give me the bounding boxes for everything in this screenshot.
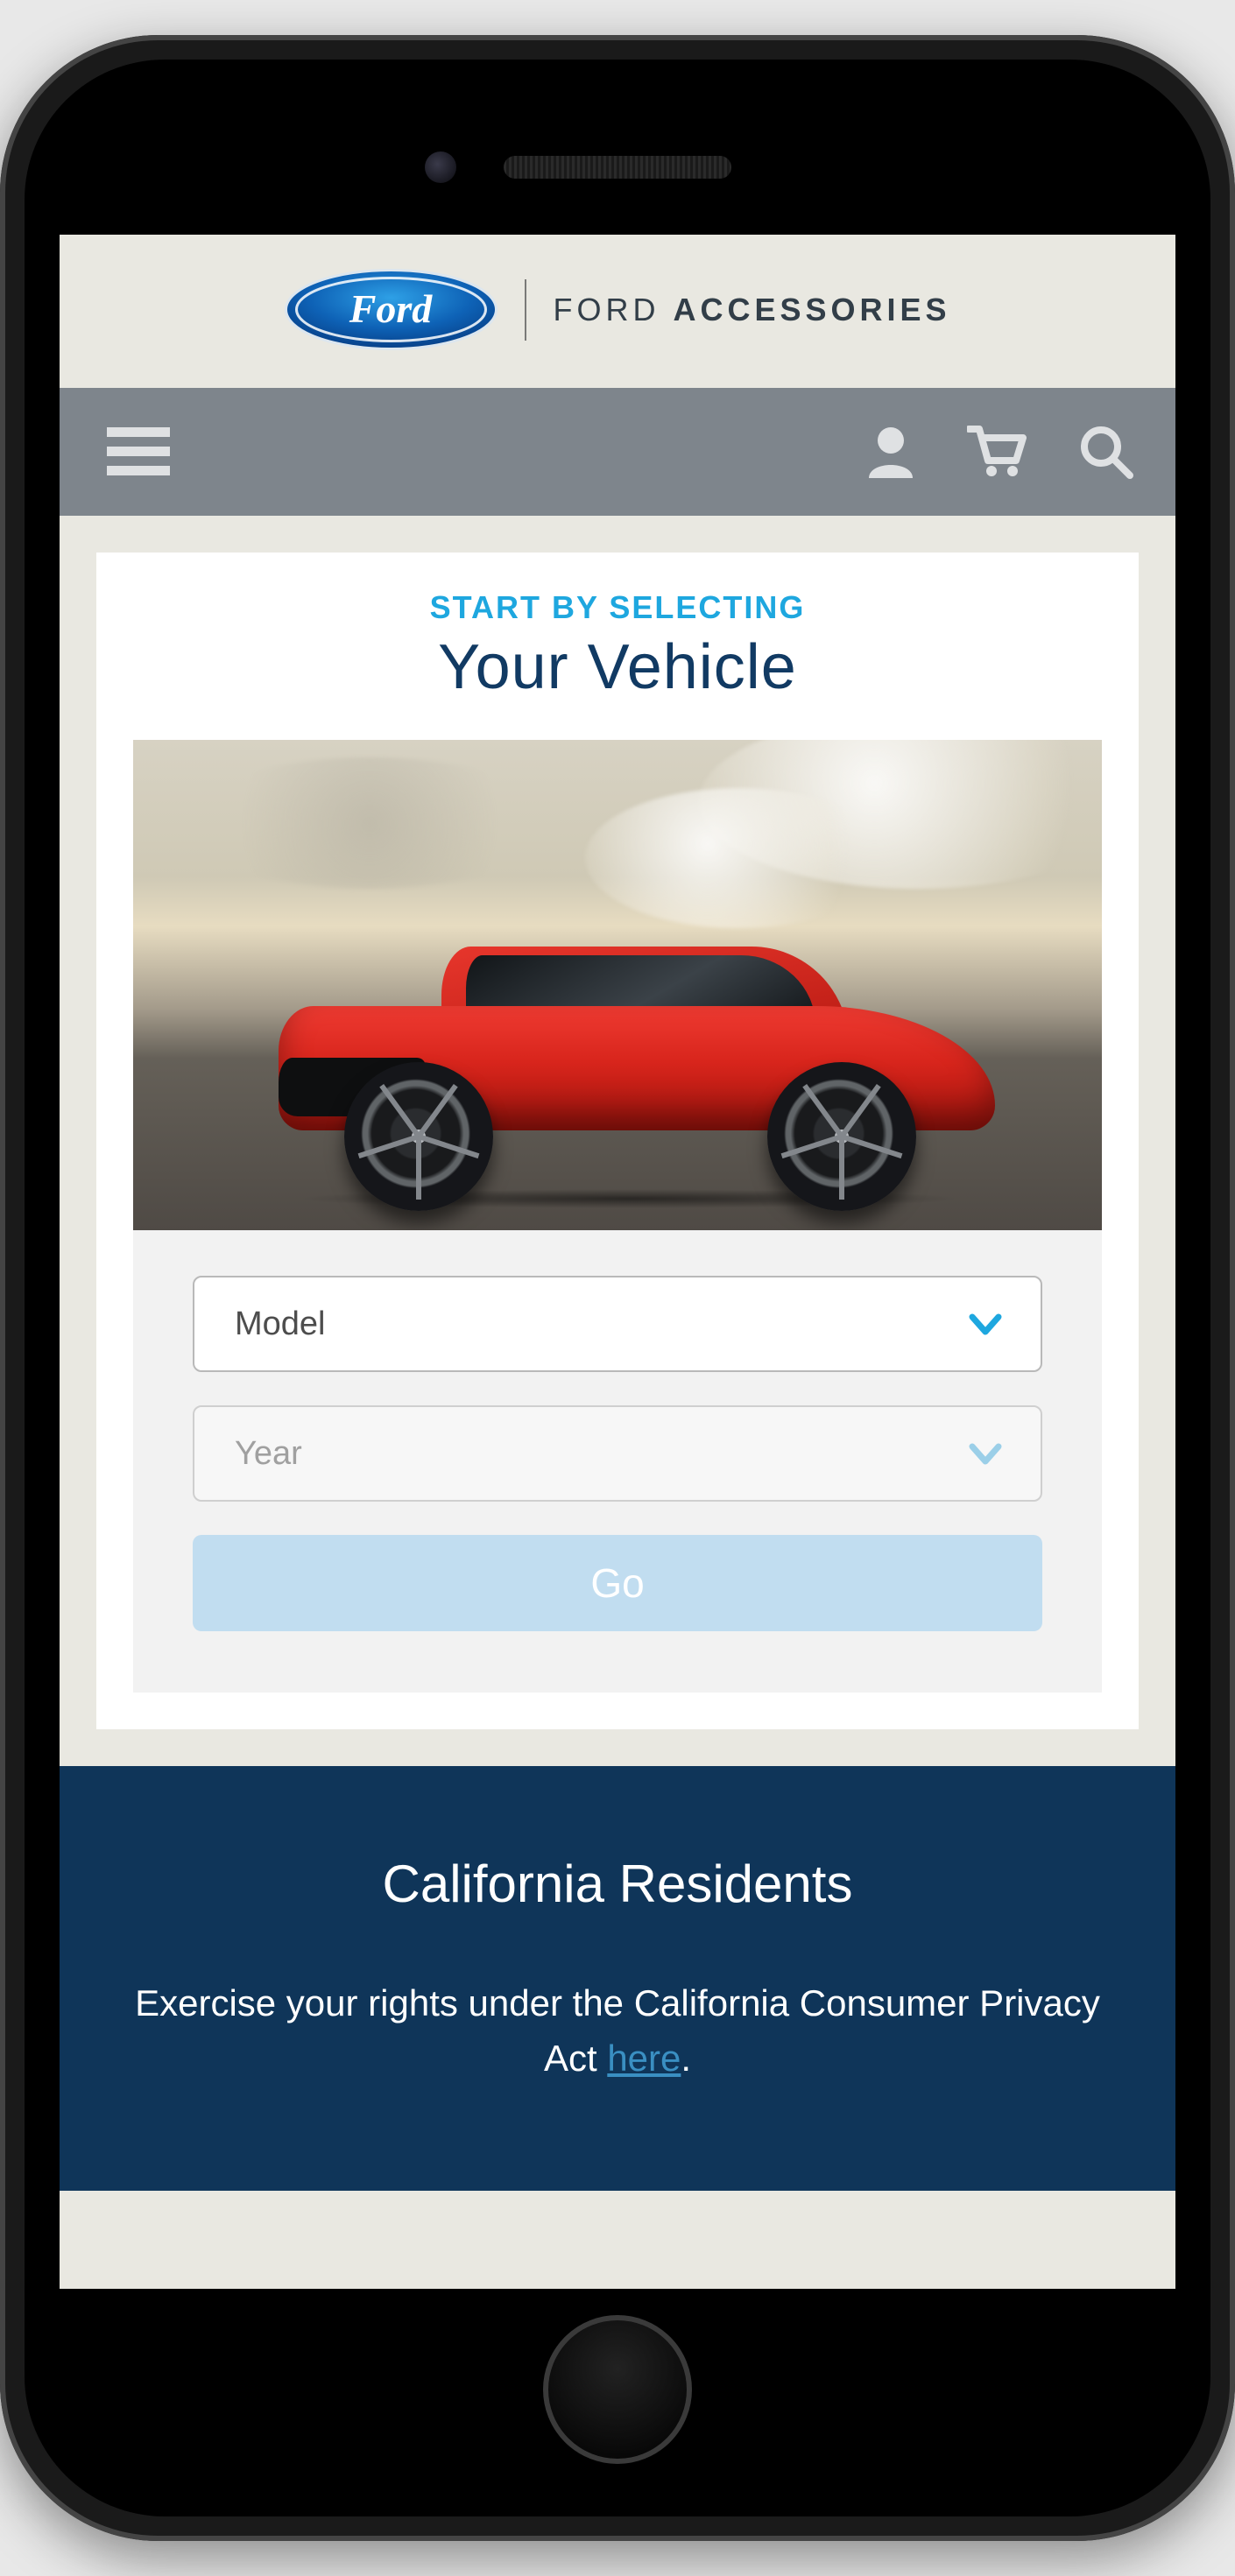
ccpa-link[interactable]: here xyxy=(607,2038,681,2079)
account-button[interactable] xyxy=(867,426,914,478)
selector-title: Your Vehicle xyxy=(96,631,1139,703)
selector-subtitle: START BY SELECTING xyxy=(96,589,1139,626)
year-select[interactable]: Year xyxy=(193,1405,1042,1502)
menu-button[interactable] xyxy=(107,427,170,476)
screen: Ford FORD ACCESSORIES xyxy=(60,235,1175,2289)
brand-title-bold: ACCESSORIES xyxy=(673,292,950,327)
logo-divider xyxy=(525,279,526,341)
go-button[interactable]: Go xyxy=(193,1535,1042,1631)
cart-button[interactable] xyxy=(967,426,1027,478)
brand-title: FORD ACCESSORIES xyxy=(553,292,950,328)
phone-frame: Ford FORD ACCESSORIES xyxy=(0,35,1235,2541)
phone-speaker xyxy=(504,156,731,179)
navbar xyxy=(60,388,1175,516)
content-area: START BY SELECTING Your Vehicle xyxy=(60,516,1175,1766)
chevron-down-icon xyxy=(967,1306,1004,1342)
ford-logo-script: Ford xyxy=(349,286,434,331)
ccpa-section: California Residents Exercise your right… xyxy=(60,1766,1175,2191)
brand-title-light: FORD xyxy=(553,292,660,327)
hero-image-wrap xyxy=(133,740,1102,1230)
model-select[interactable]: Model xyxy=(193,1276,1042,1372)
vehicle-selector-card: START BY SELECTING Your Vehicle xyxy=(96,553,1139,1729)
menu-icon xyxy=(107,427,170,476)
phone-camera xyxy=(425,151,456,183)
ccpa-period: . xyxy=(681,2038,691,2079)
phone-bezel: Ford FORD ACCESSORIES xyxy=(25,60,1210,2516)
chevron-down-icon xyxy=(967,1435,1004,1472)
hero-car-image xyxy=(133,740,1102,1230)
ford-logo: Ford xyxy=(284,268,498,351)
brand-header: Ford FORD ACCESSORIES xyxy=(60,235,1175,388)
search-icon xyxy=(1079,425,1133,479)
selector-form: Model Year Go xyxy=(133,1230,1102,1693)
year-select-label: Year xyxy=(235,1435,302,1473)
model-select-label: Model xyxy=(235,1306,326,1343)
account-icon xyxy=(867,426,914,478)
ccpa-title: California Residents xyxy=(112,1854,1123,1914)
ccpa-text: Exercise your rights under the Californi… xyxy=(112,1975,1123,2086)
cart-icon xyxy=(967,426,1027,478)
search-button[interactable] xyxy=(1079,425,1133,479)
phone-home-button xyxy=(543,2315,692,2464)
